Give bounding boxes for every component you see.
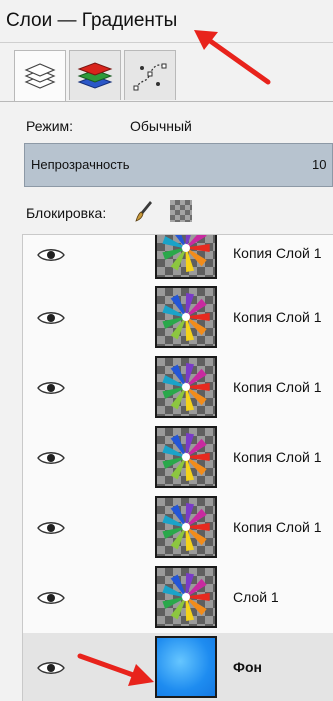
brush-icon[interactable] (134, 199, 154, 223)
opacity-value: 10 (312, 157, 327, 172)
layer-row-selected[interactable]: Фон (23, 633, 333, 701)
window-title: Слои — Градиенты (6, 10, 178, 31)
layer-row[interactable]: Слой 1 (23, 563, 333, 633)
layer-row[interactable]: Копия Слой 1 (23, 493, 333, 563)
tab-channels[interactable] (69, 50, 121, 100)
lock-label: Блокировка: (26, 205, 107, 221)
layer-row[interactable]: Копия Слой 1 (23, 353, 333, 423)
layer-name: Слой 1 (233, 589, 279, 605)
layer-name: Копия Слой 1 (233, 379, 322, 395)
tab-layers[interactable] (14, 50, 66, 102)
layer-name: Копия Слой 1 (233, 309, 322, 325)
layer-thumbnail (155, 426, 217, 488)
tab-paths[interactable] (124, 50, 176, 100)
layers-icon (24, 62, 56, 89)
layer-name: Копия Слой 1 (233, 245, 322, 261)
opacity-label: Непрозрачность (31, 157, 130, 172)
eye-icon[interactable] (37, 450, 65, 466)
layer-thumbnail (155, 496, 217, 558)
eye-icon[interactable] (37, 380, 65, 396)
eye-icon[interactable] (37, 520, 65, 536)
layer-name: Фон (233, 659, 262, 675)
layer-row[interactable]: Копия Слой 1 (23, 283, 333, 353)
eye-icon[interactable] (37, 590, 65, 606)
opacity-slider[interactable]: Непрозрачность 10 (24, 143, 333, 187)
eye-icon[interactable] (37, 310, 65, 326)
layer-name: Копия Слой 1 (233, 519, 322, 535)
channels-icon (77, 61, 113, 89)
mode-dropdown[interactable]: Обычный (130, 118, 192, 134)
paths-icon (133, 63, 167, 90)
alpha-checker-icon[interactable] (170, 200, 192, 222)
layers-list: Копия Слой 1 Копия Слой 1 Копия Слой 1 К… (22, 234, 333, 701)
layer-thumbnail (155, 566, 217, 628)
layer-thumbnail (155, 286, 217, 348)
eye-icon[interactable] (37, 247, 65, 263)
layer-row[interactable]: Копия Слой 1 (23, 235, 333, 283)
annotation-arrow-title (194, 30, 271, 85)
mode-label: Режим: (26, 118, 74, 134)
layer-thumbnail (155, 636, 217, 698)
layer-thumbnail (155, 235, 217, 279)
annotation-arrow-background (77, 653, 154, 686)
layer-row[interactable]: Копия Слой 1 (23, 423, 333, 493)
layer-thumbnail (155, 356, 217, 418)
dock-tabs (14, 50, 179, 102)
layer-name: Копия Слой 1 (233, 449, 322, 465)
eye-icon[interactable] (37, 660, 65, 676)
tabs-separator (0, 101, 333, 102)
